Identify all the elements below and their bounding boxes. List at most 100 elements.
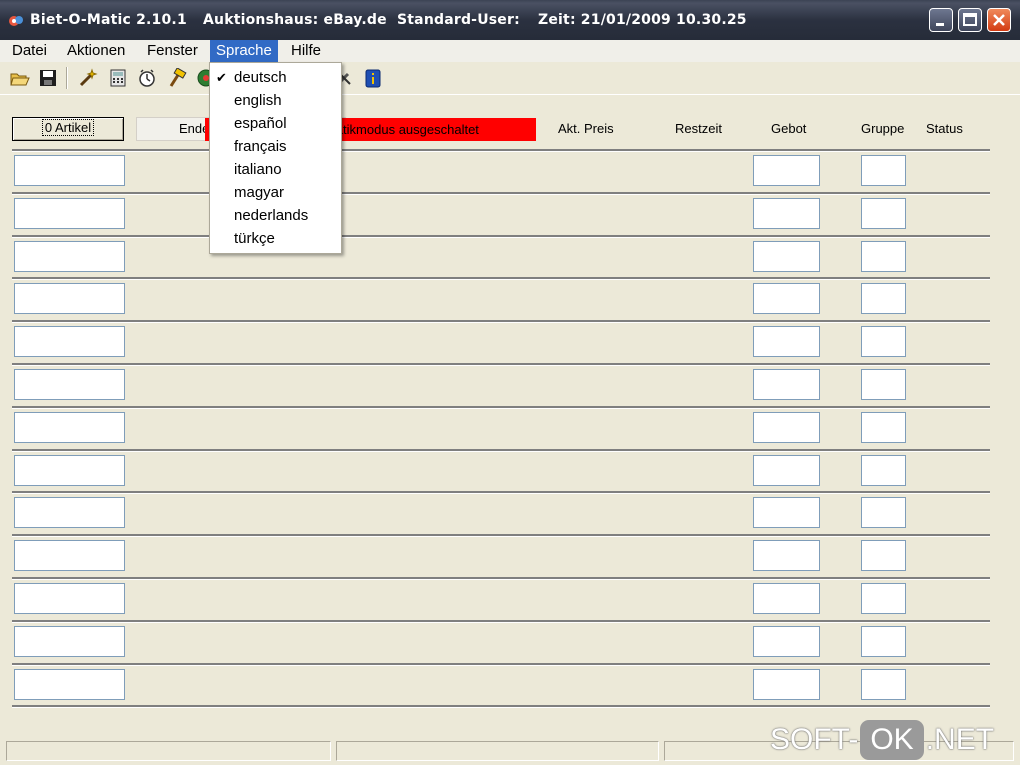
watermark: SOFT- OK .NET (770, 720, 994, 760)
open-folder-icon[interactable] (10, 68, 30, 88)
toolbar (0, 62, 1020, 95)
language-label: español (234, 115, 287, 132)
bid-field[interactable] (753, 626, 820, 657)
row-divider (12, 320, 990, 322)
bid-field[interactable] (753, 412, 820, 443)
language-label: français (234, 138, 287, 155)
row-divider (12, 363, 990, 365)
group-field[interactable] (861, 326, 906, 357)
minimize-button[interactable] (929, 8, 953, 32)
info-icon[interactable] (363, 68, 383, 88)
bid-field[interactable] (753, 326, 820, 357)
article-field[interactable] (14, 626, 125, 657)
group-field[interactable] (861, 583, 906, 614)
bid-field[interactable] (753, 198, 820, 229)
article-field[interactable] (14, 669, 125, 700)
article-field[interactable] (14, 326, 125, 357)
article-field[interactable] (14, 198, 125, 229)
bid-field[interactable] (753, 669, 820, 700)
user-label: Standard-User: (397, 12, 520, 28)
bid-field[interactable] (753, 283, 820, 314)
close-button[interactable] (987, 8, 1011, 32)
articles-button-label: 0 Artikel (41, 119, 95, 136)
group-field[interactable] (861, 369, 906, 400)
article-field[interactable] (14, 241, 125, 272)
row-divider (12, 705, 990, 707)
watermark-ok: OK (860, 720, 924, 760)
article-field[interactable] (14, 540, 125, 571)
menu-sprache[interactable]: Sprache (210, 40, 278, 62)
bid-field[interactable] (753, 455, 820, 486)
menu-datei[interactable]: Datei (6, 40, 53, 62)
group-field[interactable] (861, 455, 906, 486)
minimize-icon (936, 23, 944, 26)
column-header-remaining: Restzeit (675, 121, 722, 136)
article-field[interactable] (14, 369, 125, 400)
clock-icon[interactable] (137, 68, 157, 88)
language-item-espanol[interactable]: español (210, 112, 341, 135)
article-field[interactable] (14, 283, 125, 314)
language-item-english[interactable]: english (210, 89, 341, 112)
title-bar[interactable]: Biet-O-Matic 2.10.1 Auktionshaus: eBay.d… (0, 0, 1020, 40)
menu-aktionen[interactable]: Aktionen (61, 40, 131, 62)
close-icon (993, 14, 1005, 26)
time-label: Zeit: 21/01/2009 10.30.25 (538, 12, 747, 28)
check-mark-icon: ✔ (216, 70, 227, 85)
language-item-francais[interactable]: français (210, 135, 341, 158)
wizard-icon[interactable] (78, 68, 98, 88)
group-field[interactable] (861, 497, 906, 528)
group-field[interactable] (861, 283, 906, 314)
article-field[interactable] (14, 455, 125, 486)
language-item-deutsch[interactable]: ✔ deutsch (210, 66, 341, 89)
language-label: deutsch (234, 69, 287, 86)
menu-bar: Datei Aktionen Fenster Sprache Hilfe (0, 40, 1020, 62)
bid-field[interactable] (753, 540, 820, 571)
auction-house-label: Auktionshaus: eBay.de (203, 12, 387, 28)
bid-field[interactable] (753, 369, 820, 400)
group-field[interactable] (861, 626, 906, 657)
language-label: nederlands (234, 207, 309, 224)
language-item-nederlands[interactable]: nederlands (210, 204, 341, 227)
language-label: english (234, 92, 282, 109)
group-field[interactable] (861, 155, 906, 186)
hammer-icon[interactable] (167, 68, 187, 88)
maximize-button[interactable] (958, 8, 982, 32)
article-field[interactable] (14, 497, 125, 528)
bid-field[interactable] (753, 583, 820, 614)
language-label: italiano (234, 161, 282, 178)
maximize-icon (963, 13, 977, 26)
column-header-group: Gruppe (861, 121, 905, 136)
column-header-price: Akt. Preis (558, 121, 614, 136)
menu-fenster[interactable]: Fenster (141, 40, 204, 62)
language-item-italiano[interactable]: italiano (210, 158, 341, 181)
group-field[interactable] (861, 241, 906, 272)
article-field[interactable] (14, 583, 125, 614)
bid-field[interactable] (753, 155, 820, 186)
save-icon[interactable] (38, 68, 58, 88)
group-field[interactable] (861, 198, 906, 229)
group-field[interactable] (861, 669, 906, 700)
article-field[interactable] (14, 155, 125, 186)
row-divider (12, 491, 990, 493)
group-field[interactable] (861, 412, 906, 443)
app-icon (9, 16, 23, 26)
articles-button[interactable]: 0 Artikel (12, 117, 124, 141)
language-label: türkçe (234, 230, 275, 247)
language-item-turkce[interactable]: türkçe (210, 227, 341, 250)
group-field[interactable] (861, 540, 906, 571)
bid-field[interactable] (753, 497, 820, 528)
row-divider (12, 534, 990, 536)
row-divider (12, 406, 990, 408)
bid-field[interactable] (753, 241, 820, 272)
language-item-magyar[interactable]: magyar (210, 181, 341, 204)
menu-hilfe[interactable]: Hilfe (285, 40, 327, 62)
article-field[interactable] (14, 412, 125, 443)
row-divider (12, 620, 990, 622)
watermark-left: SOFT- (770, 723, 859, 756)
row-divider (12, 577, 990, 579)
language-dropdown: ✔ deutsch english español français itali… (209, 62, 342, 254)
toolbar-separator (66, 67, 67, 89)
row-divider (12, 663, 990, 665)
calculator-icon[interactable] (108, 68, 128, 88)
row-divider (12, 192, 990, 194)
